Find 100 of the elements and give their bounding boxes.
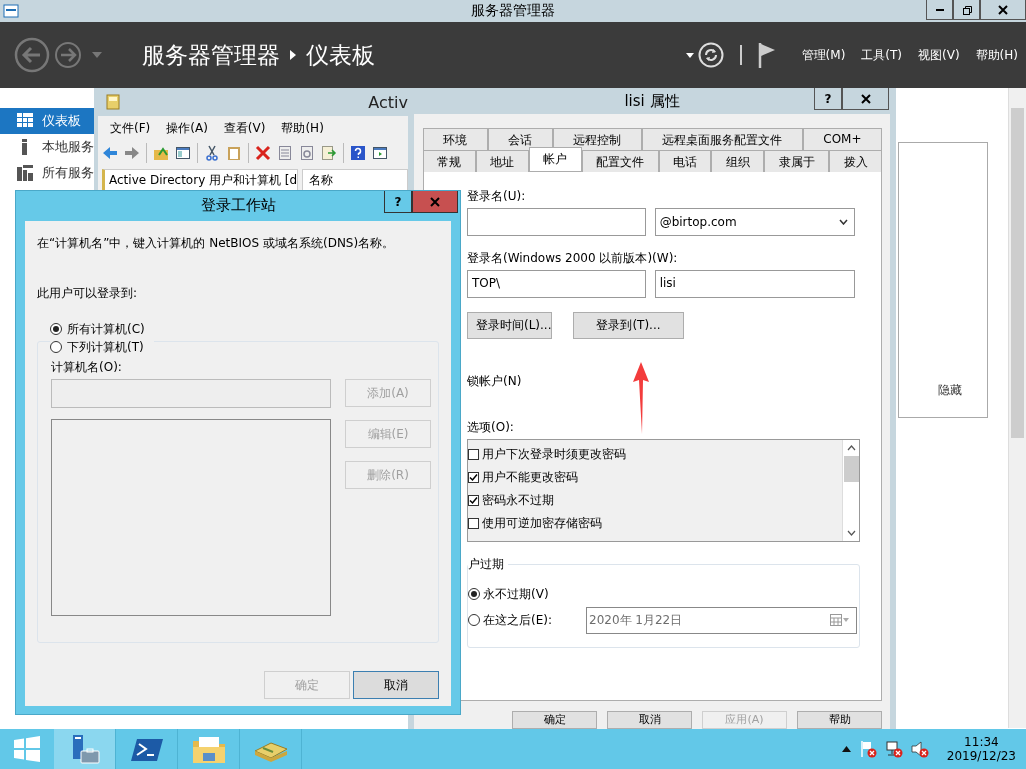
tab[interactable]: 配置文件 — [581, 150, 659, 172]
button[interactable]: 取消 — [353, 671, 439, 699]
tab[interactable]: 常规 — [423, 150, 476, 172]
checkbox[interactable] — [468, 449, 479, 460]
radio-button[interactable] — [468, 614, 480, 626]
speaker-muted-icon[interactable] — [910, 740, 929, 758]
tab[interactable]: 地址 — [475, 150, 529, 172]
radio-label: 永不过期(V) — [483, 585, 550, 603]
delete-icon[interactable] — [255, 145, 271, 161]
minimize-icon — [935, 8, 944, 11]
close-icon — [998, 4, 1008, 15]
properties-icon[interactable] — [277, 145, 293, 161]
tab[interactable]: 隶属于 — [764, 150, 830, 172]
tab[interactable]: 组织 — [711, 150, 765, 172]
help-icon[interactable] — [350, 145, 366, 161]
input-field[interactable]: lisi — [654, 270, 855, 298]
sidebar-item[interactable]: 仪表板 — [0, 108, 94, 134]
checkbox-label: 锁帐户(N) — [467, 373, 523, 390]
button[interactable]: 确定 — [512, 711, 597, 729]
tab[interactable]: COM+ — [802, 128, 882, 150]
menu-item[interactable]: 文件(F) — [110, 119, 151, 137]
hide-link[interactable]: 隐藏 — [938, 382, 962, 399]
close-icon — [860, 93, 871, 104]
back-icon[interactable] — [102, 145, 118, 161]
action-pane-icon[interactable] — [372, 145, 388, 161]
tab[interactable]: 环境 — [423, 128, 488, 150]
radio-label: 在这之后(E): — [483, 611, 553, 629]
input-field[interactable] — [467, 208, 646, 236]
clock-date[interactable]: 2019/12/23 — [946, 749, 1016, 763]
tab[interactable]: 拨入 — [829, 150, 882, 172]
network-alert-icon[interactable] — [884, 740, 903, 758]
group-label: 户过期 — [468, 556, 508, 573]
scrollbar[interactable] — [1008, 88, 1026, 728]
window-title: Activ — [368, 92, 408, 112]
chevron-down-icon — [839, 219, 848, 225]
dialog-title: lisi 属性 — [624, 92, 680, 111]
chevron-up-icon — [846, 445, 856, 451]
checkbox[interactable] — [468, 472, 479, 483]
scrollbar-thumb[interactable] — [1011, 108, 1024, 438]
menu-item[interactable]: 帮助(H) — [281, 119, 324, 137]
column-header[interactable]: 名称 — [309, 173, 333, 187]
tab[interactable]: 会话 — [487, 128, 553, 150]
checkbox[interactable] — [468, 495, 479, 506]
radio-button[interactable] — [468, 588, 480, 600]
checkbox-label: 使用可逆加密存储密码 — [482, 515, 602, 532]
button[interactable]: 帮助 — [797, 711, 882, 729]
menu-item[interactable]: 视图(V) — [918, 46, 960, 64]
button[interactable]: 登录到(T)... — [573, 312, 684, 339]
help-button[interactable]: ? — [384, 191, 412, 213]
field-label: 计算机名(O): — [51, 359, 123, 376]
domain-dropdown[interactable]: @birtop.com — [654, 208, 855, 236]
button[interactable]: 登录时间(L)... — [467, 312, 552, 339]
close-button[interactable] — [842, 88, 889, 110]
tab[interactable]: 电话 — [658, 150, 712, 172]
radio-label: 下列计算机(T) — [67, 338, 144, 356]
dropdown-icon[interactable] — [685, 52, 694, 58]
tree-item[interactable]: Active Directory 用户和计算机 [d — [109, 173, 297, 187]
restore-button[interactable] — [953, 0, 980, 20]
sidebar-item[interactable]: 本地服务 — [0, 134, 94, 160]
breadcrumb-item[interactable]: 服务器管理器 — [142, 39, 280, 71]
flag-alert-icon[interactable] — [858, 740, 877, 758]
menu-item[interactable]: 帮助(H) — [975, 46, 1018, 64]
sidebar-item[interactable]: 所有服务 — [0, 160, 94, 186]
menu-item[interactable]: 查看(V) — [223, 119, 266, 137]
checkbox[interactable] — [468, 518, 479, 529]
clock-time[interactable]: 11:34 — [964, 735, 999, 749]
back-icon[interactable] — [14, 37, 50, 73]
close-button[interactable] — [980, 0, 1026, 20]
radio-button[interactable] — [50, 341, 62, 353]
tab[interactable]: 远程控制 — [552, 128, 642, 150]
dialog-title: 登录工作站 — [200, 196, 276, 215]
field-label: 此用户可以登录到: — [37, 285, 139, 302]
cut-icon[interactable] — [204, 145, 220, 161]
tab[interactable]: 帐户 — [528, 147, 582, 171]
scrollbar[interactable] — [842, 440, 859, 541]
input-field[interactable] — [51, 379, 331, 408]
console-tree-icon[interactable] — [175, 145, 191, 161]
forward-icon[interactable] — [124, 145, 140, 161]
export-icon[interactable] — [321, 145, 337, 161]
radio-label: 所有计算机(C) — [67, 320, 145, 338]
folder-up-icon[interactable] — [153, 145, 169, 161]
chevron-down-icon — [846, 530, 856, 536]
radio-button[interactable] — [50, 323, 62, 335]
button[interactable]: 取消 — [607, 711, 692, 729]
input-field[interactable]: TOP\ — [467, 270, 646, 298]
flag-icon[interactable] — [757, 42, 776, 68]
window-title: 服务器管理器 — [471, 2, 555, 20]
minimize-button[interactable] — [926, 0, 953, 20]
field-label: 登录名(Windows 2000 以前版本)(W): — [467, 250, 679, 267]
menu-item[interactable]: 操作(A) — [166, 119, 208, 137]
date-picker[interactable]: 2020年 1月22日 — [586, 606, 857, 634]
caret-up-icon[interactable] — [841, 746, 851, 752]
help-button[interactable]: ? — [814, 88, 842, 110]
chevron-icon — [290, 50, 296, 60]
menu-item[interactable]: 管理(M) — [801, 46, 846, 64]
taskbar-button[interactable] — [54, 729, 116, 769]
tab[interactable]: 远程桌面服务配置文件 — [641, 128, 803, 150]
forward-icon[interactable] — [54, 41, 82, 69]
menu-item[interactable]: 工具(T) — [861, 46, 903, 64]
scrollbar-thumb[interactable] — [843, 456, 859, 482]
